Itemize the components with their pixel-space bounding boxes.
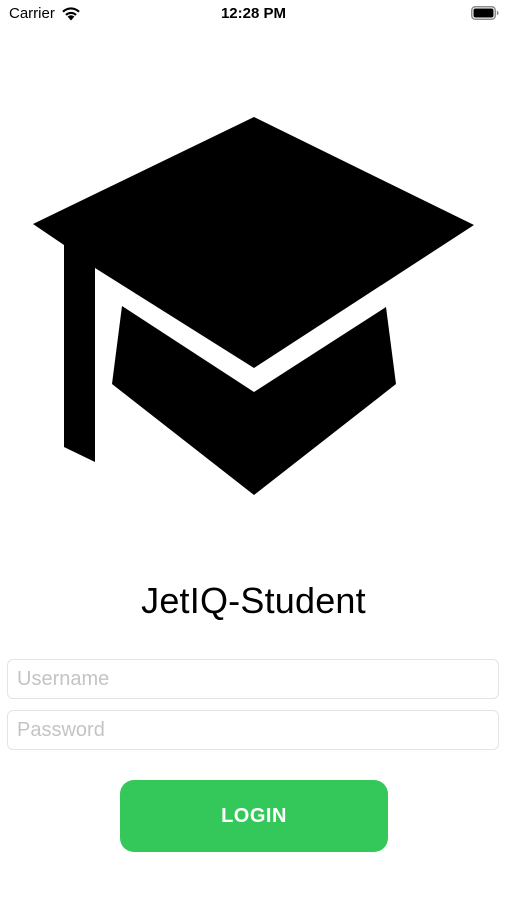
- status-time: 12:28 PM: [220, 5, 287, 22]
- login-screen: Carrier 12:28 PM JetIQ-Student LOGIN: [0, 0, 507, 900]
- app-title: JetIQ-Student: [141, 580, 366, 621]
- battery-icon: [471, 6, 499, 20]
- username-field[interactable]: [7, 659, 499, 699]
- graduation-cap-icon: [33, 117, 474, 495]
- password-field[interactable]: [7, 710, 499, 750]
- status-bar: Carrier 12:28 PM: [0, 0, 507, 30]
- login-button[interactable]: LOGIN: [120, 780, 388, 852]
